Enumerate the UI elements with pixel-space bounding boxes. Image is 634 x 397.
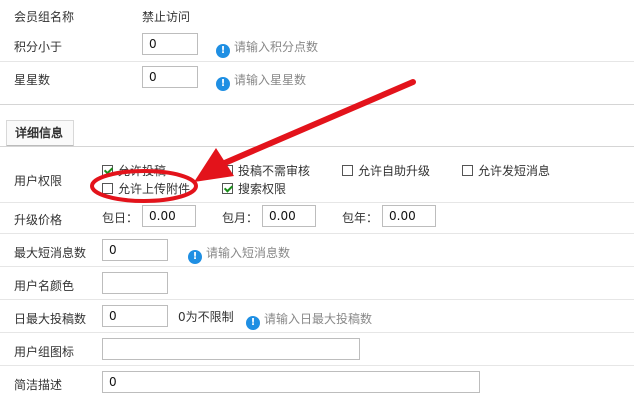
annotation-arrow-shaft <box>217 79 416 168</box>
checkbox-search-permission[interactable]: 搜索权限 <box>222 180 286 197</box>
upgrade-price-label: 升级价格 <box>14 213 63 227</box>
checkbox-icon[interactable] <box>222 165 233 176</box>
max-messages-input[interactable]: 0 <box>102 239 168 261</box>
daily-posts-input[interactable]: 0 <box>102 305 168 327</box>
info-icon: ! <box>246 316 260 330</box>
section-title-baseline <box>0 146 634 147</box>
username-color-label: 用户名颜色 <box>14 279 75 293</box>
daily-posts-label: 日最大投稿数 <box>14 312 87 326</box>
permissions-label: 用户权限 <box>14 174 63 188</box>
max-messages-hint: ! 请输入短消息数 <box>188 244 290 264</box>
section-title: 详细信息 <box>6 120 74 147</box>
daily-posts-note: 0为不限制 <box>178 310 234 324</box>
row-daily-posts: 日最大投稿数 0 0为不限制 ! 请输入日最大投稿数 <box>0 300 634 333</box>
row-group-name: 会员组名称 禁止访问 <box>0 0 634 30</box>
group-name-label: 会员组名称 <box>14 10 75 24</box>
points-input[interactable]: 0 <box>142 33 198 55</box>
group-icon-input[interactable] <box>102 338 360 360</box>
checkbox-icon[interactable] <box>342 165 353 176</box>
row-points: 积分小于 0 ! 请输入积分点数 <box>0 29 634 62</box>
group-name-value: 禁止访问 <box>142 10 191 24</box>
description-label: 简洁描述 <box>14 378 63 392</box>
price-year-input[interactable]: 0.00 <box>382 205 436 227</box>
points-hint: ! 请输入积分点数 <box>216 38 318 58</box>
daily-posts-hint: ! 请输入日最大投稿数 <box>246 310 372 330</box>
description-input[interactable]: 0 <box>102 371 480 393</box>
checkbox-icon[interactable] <box>462 165 473 176</box>
stars-input[interactable]: 0 <box>142 66 198 88</box>
price-day-input[interactable]: 0.00 <box>142 205 196 227</box>
price-year-label: 包年： <box>342 211 379 225</box>
price-day-label: 包日： <box>102 211 139 225</box>
stars-label: 星星数 <box>14 73 51 87</box>
checkbox-send-messages[interactable]: 允许发短消息 <box>462 162 550 179</box>
price-month-input[interactable]: 0.00 <box>262 205 316 227</box>
max-messages-label: 最大短消息数 <box>14 246 87 260</box>
username-color-input[interactable] <box>102 272 168 294</box>
checkbox-self-upgrade[interactable]: 允许自助升级 <box>342 162 430 179</box>
stars-hint: ! 请输入星星数 <box>216 71 306 91</box>
info-icon: ! <box>188 250 202 264</box>
checkbox-upload-attachments[interactable]: 允许上传附件 <box>102 180 190 197</box>
group-icon-label: 用户组图标 <box>14 345 75 359</box>
section-divider <box>0 104 634 105</box>
row-group-icon: 用户组图标 <box>0 333 634 366</box>
checkbox-icon[interactable] <box>102 183 113 194</box>
row-description: 简洁描述 0 <box>0 366 634 397</box>
info-icon: ! <box>216 77 230 91</box>
row-max-messages: 最大短消息数 0 ! 请输入短消息数 <box>0 234 634 267</box>
checkbox-checked-icon[interactable] <box>222 183 233 194</box>
info-icon: ! <box>216 44 230 58</box>
row-username-color: 用户名颜色 <box>0 267 634 300</box>
checkbox-allow-post[interactable]: 允许投稿 <box>102 162 166 179</box>
points-label: 积分小于 <box>14 40 63 54</box>
checkbox-no-review[interactable]: 投稿不需审核 <box>222 162 310 179</box>
price-month-label: 包月： <box>222 211 259 225</box>
checkbox-checked-icon[interactable] <box>102 165 113 176</box>
row-permissions: 用户权限 允许投稿 投稿不需审核 允许自助升级 允许发短消息 允许上传附件 搜索… <box>0 156 634 203</box>
row-upgrade-price: 升级价格 包日： 0.00 包月： 0.00 包年： 0.00 <box>0 202 634 234</box>
row-stars: 星星数 0 ! 请输入星星数 <box>0 62 634 94</box>
